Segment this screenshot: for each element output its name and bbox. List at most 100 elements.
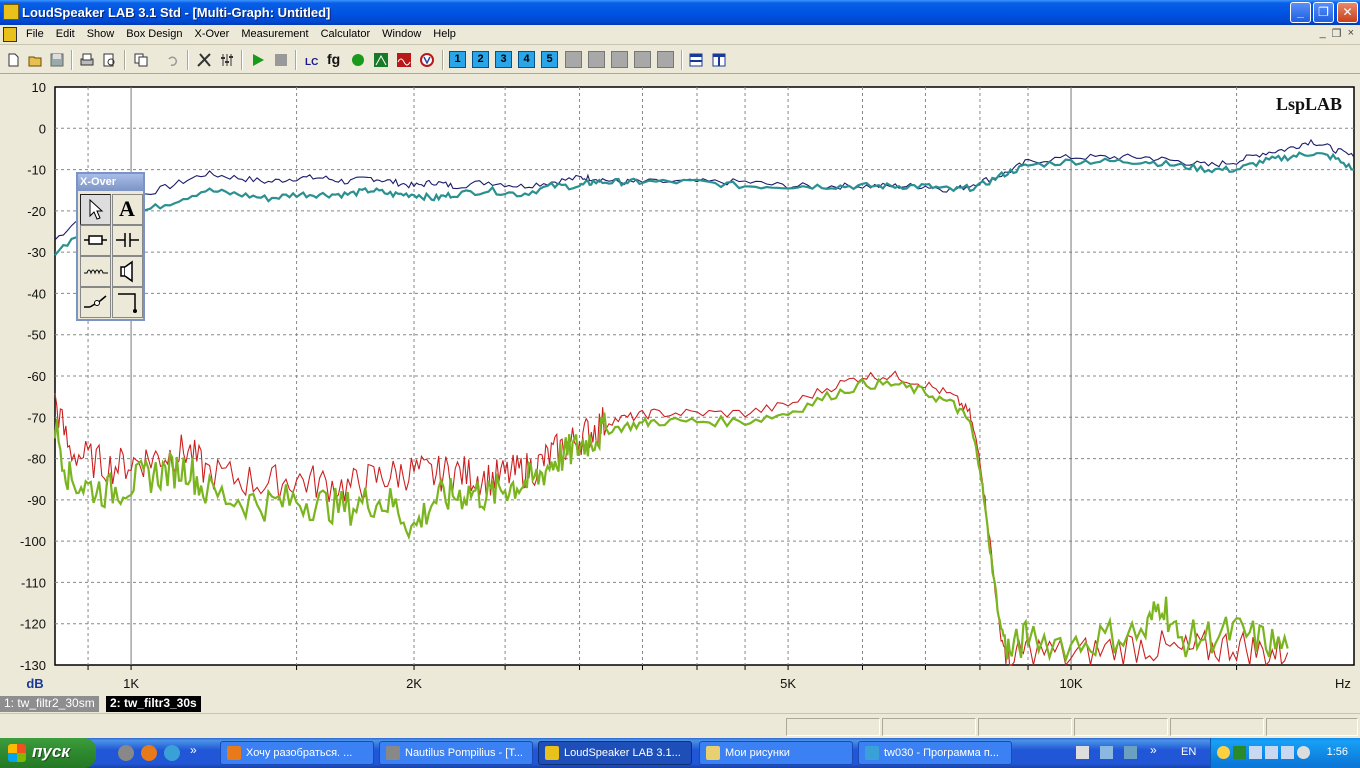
taskbar-item-label: Хочу разобраться. ... — [246, 747, 353, 759]
speaker-tool[interactable] — [112, 256, 143, 287]
y-tick-label: -70 — [27, 410, 46, 425]
y-tick-label: -10 — [27, 163, 46, 178]
tray-more-icon[interactable]: » — [1150, 743, 1157, 757]
taskbar-item-4[interactable]: Мои рисунки — [699, 741, 853, 765]
taskbar-item-2[interactable]: Nautilus Pompilius - [T... — [379, 741, 533, 765]
graph-window[interactable]: 10 0 -10 -20 -30 -40 -50 -60 -70 -80 -90 -100 -110 -1… — [0, 76, 1360, 695]
equalizer-button[interactable] — [216, 49, 237, 70]
capacitor-tool[interactable] — [112, 225, 143, 256]
menu-window[interactable]: Window — [376, 28, 427, 40]
measure-button[interactable] — [416, 49, 437, 70]
resistor-tool[interactable] — [80, 225, 111, 256]
graph-slot-4-button[interactable]: 4 — [518, 51, 535, 68]
taskbar-item-5[interactable]: tw030 - Программа п... — [858, 741, 1012, 765]
menu-calculator[interactable]: Calculator — [315, 28, 377, 40]
mdi-restore-button[interactable]: ❐ — [1332, 27, 1342, 40]
mdi-controls: _ ❐ × — [1320, 27, 1354, 40]
new-file-button[interactable] — [2, 49, 23, 70]
mdi-minimize-button[interactable]: _ — [1320, 27, 1326, 40]
menu-show[interactable]: Show — [81, 28, 121, 40]
graph-slot-3-button[interactable]: 3 — [495, 51, 512, 68]
xover-palette[interactable]: X-Over A — [76, 172, 145, 321]
print-preview-button[interactable] — [98, 49, 119, 70]
quicklaunch-alien-icon[interactable] — [118, 745, 134, 761]
xover-palette-title[interactable]: X-Over — [78, 174, 143, 191]
graph-slot-2-button[interactable]: 2 — [472, 51, 489, 68]
tray-arrow-icon[interactable] — [1217, 746, 1230, 759]
tile-vertical-button[interactable] — [708, 49, 729, 70]
quicklaunch-firefox-icon[interactable] — [141, 745, 157, 761]
impedance-button[interactable] — [370, 49, 391, 70]
switch-tool[interactable] — [80, 287, 111, 318]
menu-help[interactable]: Help — [427, 28, 462, 40]
x-tick-label: 10K — [1059, 676, 1082, 691]
play-button[interactable] — [247, 49, 268, 70]
menu-x-over[interactable]: X-Over — [189, 28, 236, 40]
slot-10-button[interactable] — [657, 51, 674, 68]
status-panel-4 — [1074, 718, 1168, 736]
y-tick-label: -50 — [27, 328, 46, 343]
minimize-button[interactable]: _ — [1290, 2, 1311, 23]
menu-box-design[interactable]: Box Design — [120, 28, 188, 40]
tools-button[interactable] — [193, 49, 214, 70]
y-tick-label: -60 — [27, 369, 46, 384]
maximize-button[interactable]: ❐ — [1313, 2, 1334, 23]
slot-6-button[interactable] — [565, 51, 582, 68]
tray-extra2-icon[interactable] — [1100, 746, 1113, 759]
tile-horizontal-button[interactable] — [685, 49, 706, 70]
menu-items: File Edit Show Box Design X-Over Measurement C… — [20, 28, 462, 40]
menu-bar: File Edit Show Box Design X-Over Measurement C… — [0, 25, 1360, 45]
clock[interactable]: 1:56 — [1327, 746, 1348, 758]
response-button[interactable] — [393, 49, 414, 70]
menu-measurement[interactable]: Measurement — [235, 28, 314, 40]
tray-display-icon[interactable] — [1281, 746, 1294, 759]
circle-tool-button[interactable] — [347, 49, 368, 70]
fg-button[interactable]: fg — [324, 49, 345, 70]
taskbar-item-3[interactable]: LoudSpeaker LAB 3.1... — [538, 741, 692, 765]
status-panel-5 — [1170, 718, 1264, 736]
quicklaunch-ie-icon[interactable] — [164, 745, 180, 761]
start-button[interactable]: пуск — [0, 738, 96, 768]
frequency-response-chart[interactable]: 10 0 -10 -20 -30 -40 -50 -60 -70 -80 -90 -100 -110 -1… — [0, 76, 1360, 695]
slot-9-button[interactable] — [634, 51, 651, 68]
text-tool[interactable]: A — [112, 194, 143, 225]
close-button[interactable]: ✕ — [1337, 2, 1358, 23]
x-unit-label: Hz — [1335, 676, 1351, 691]
tray-network2-icon[interactable] — [1265, 746, 1278, 759]
tab-tw-filtr2[interactable]: 1: tw_filtr2_30sm — [0, 696, 99, 712]
title-bar: LoudSpeaker LAB 3.1 Std - [Multi-Graph: … — [0, 0, 1360, 25]
status-bar — [0, 713, 1360, 738]
wire-tool[interactable] — [112, 287, 143, 318]
save-button[interactable] — [46, 49, 67, 70]
pointer-tool[interactable] — [80, 194, 111, 225]
open-file-button[interactable] — [24, 49, 45, 70]
y-tick-label: -120 — [20, 617, 46, 632]
lcr-button[interactable]: LCR — [301, 49, 322, 70]
app-icon[interactable] — [3, 4, 19, 20]
menu-file[interactable]: File — [20, 28, 50, 40]
slot-8-button[interactable] — [611, 51, 628, 68]
inductor-tool[interactable] — [80, 256, 111, 287]
language-indicator[interactable]: EN — [1181, 746, 1196, 758]
graph-slot-1-button[interactable]: 1 — [449, 51, 466, 68]
taskbar-item-1[interactable]: Хочу разобраться. ... — [220, 741, 374, 765]
copy-button[interactable] — [130, 49, 151, 70]
quicklaunch-more-icon[interactable]: » — [190, 743, 197, 757]
undo-button[interactable] — [162, 49, 183, 70]
tab-tw-filtr3[interactable]: 2: tw_filtr3_30s — [106, 696, 201, 712]
taskbar-item-label: Мои рисунки — [725, 747, 790, 759]
stop-button[interactable] — [270, 49, 291, 70]
menu-edit[interactable]: Edit — [50, 28, 81, 40]
slot-7-button[interactable] — [588, 51, 605, 68]
tray-volume-icon[interactable] — [1297, 746, 1310, 759]
print-button[interactable] — [76, 49, 97, 70]
svg-text:LCR: LCR — [305, 57, 319, 67]
tray-extra3-icon[interactable] — [1124, 746, 1137, 759]
tray-app-icon[interactable] — [1233, 746, 1246, 759]
image-viewer-icon — [865, 746, 879, 760]
tray-extra1-icon[interactable] — [1076, 746, 1089, 759]
document-icon[interactable] — [3, 27, 17, 42]
mdi-close-button[interactable]: × — [1348, 27, 1354, 40]
graph-slot-5-button[interactable]: 5 — [541, 51, 558, 68]
tray-network-icon[interactable] — [1249, 746, 1262, 759]
